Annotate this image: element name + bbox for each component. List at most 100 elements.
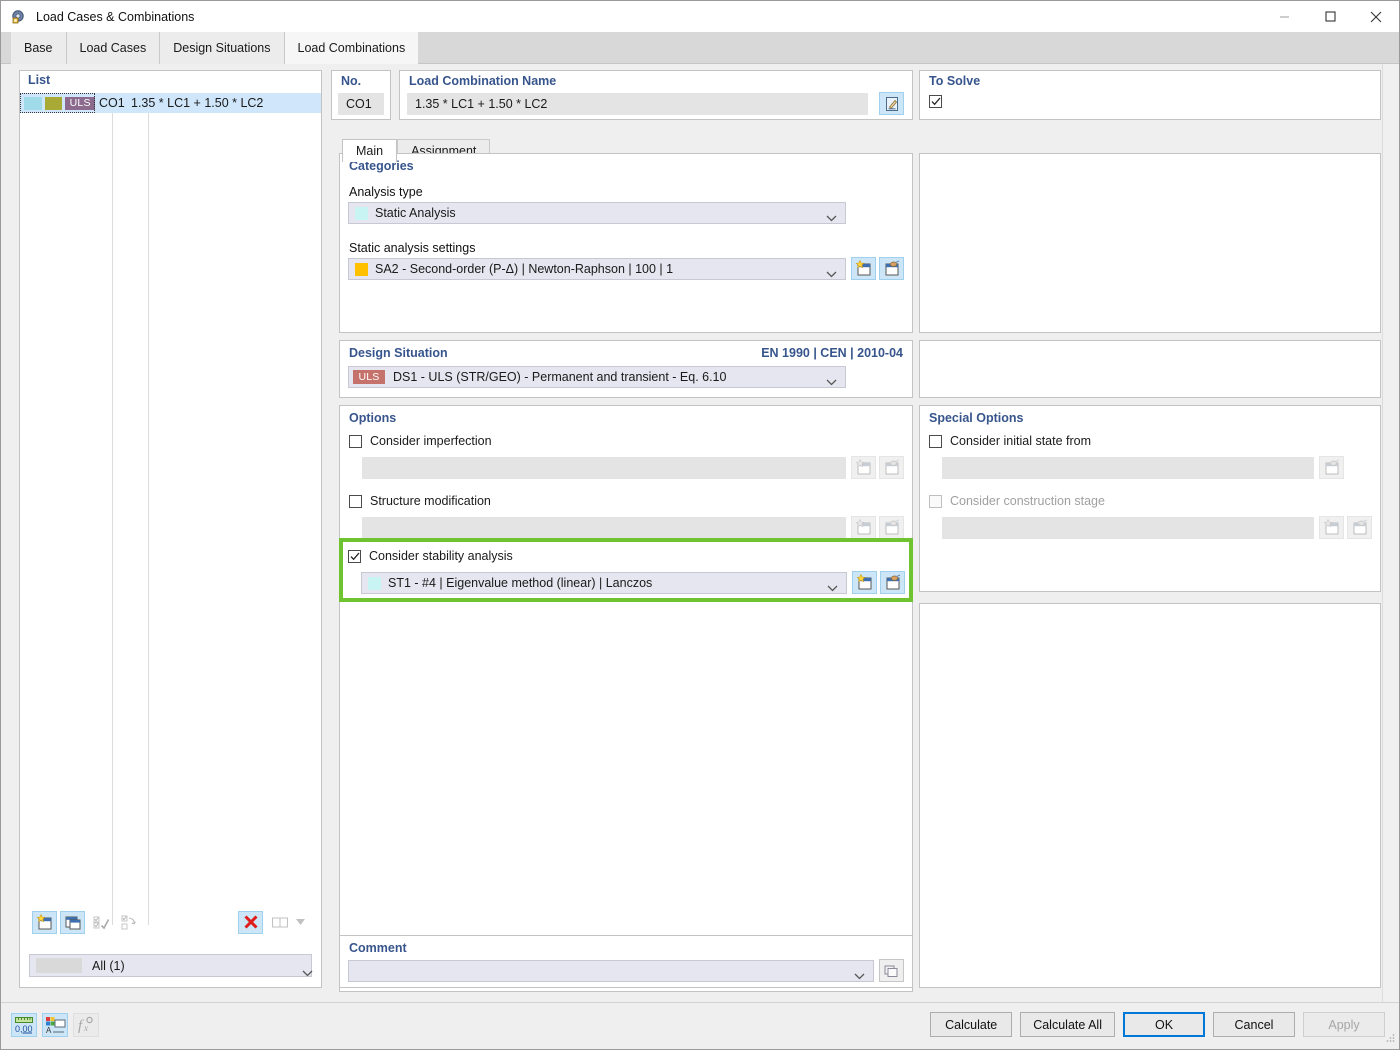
window-controls — [1261, 1, 1399, 32]
options-group: Options Consider imperfection Structure … — [339, 405, 913, 992]
special-options-title: Special Options — [929, 411, 1024, 425]
static-analysis-settings-combo[interactable]: SA2 - Second-order (P-Δ) | Newton-Raphso… — [348, 258, 846, 280]
maximize-button[interactable] — [1307, 1, 1353, 32]
title-bar: Load Cases & Combinations — [1, 1, 1399, 32]
comment-library-button[interactable] — [879, 959, 904, 982]
edit-static-analysis-button[interactable] — [879, 257, 904, 280]
new-static-analysis-button[interactable] — [851, 257, 876, 280]
table-row[interactable]: ULS CO1 1.35 * LC1 + 1.50 * LC2 — [20, 93, 321, 113]
right-column: To Solve Special Options Consider initia… — [919, 70, 1381, 988]
consider-stability-analysis-row[interactable]: Consider stability analysis — [348, 549, 513, 563]
status-badge: ULS — [65, 96, 95, 110]
edit-structure-modification-button[interactable] — [879, 516, 904, 539]
structure-modification-row[interactable]: Structure modification — [349, 494, 491, 508]
delete-item-button[interactable] — [238, 910, 263, 934]
analysis-type-label: Analysis type — [349, 185, 423, 199]
right-empty-panel-3 — [919, 603, 1381, 988]
main-tab-strip: Base Load Cases Design Situations Load C… — [1, 32, 1399, 64]
tab-load-combinations[interactable]: Load Combinations — [284, 32, 419, 64]
edit-formula-button[interactable] — [879, 92, 904, 115]
consider-imperfection-checkbox[interactable] — [349, 434, 362, 448]
list-filter-combo[interactable]: All (1) — [29, 954, 313, 977]
to-solve-label: To Solve — [929, 74, 981, 88]
tab-load-cases[interactable]: Load Cases — [66, 32, 161, 64]
edit-construction-stage-button[interactable] — [1347, 516, 1372, 539]
comment-combo[interactable] — [348, 960, 874, 982]
chevron-down-icon — [826, 375, 837, 389]
construction-stage-value-input[interactable] — [942, 517, 1314, 539]
analysis-type-combo[interactable]: Static Analysis — [348, 202, 846, 224]
new-structure-modification-button[interactable] — [851, 516, 876, 539]
consider-construction-stage-row[interactable]: Consider construction stage — [929, 494, 1105, 508]
combination-number-field: No. CO1 — [331, 70, 391, 120]
analysis-type-value: Static Analysis — [375, 206, 456, 220]
structure-modification-label: Structure modification — [370, 494, 491, 508]
no-label: No. — [341, 74, 362, 88]
copy-item-button[interactable] — [60, 910, 85, 934]
structure-modification-checkbox[interactable] — [349, 494, 362, 508]
view-layout-split-button[interactable] — [267, 911, 308, 934]
consider-construction-stage-checkbox[interactable] — [929, 494, 942, 508]
svg-text:x: x — [83, 1023, 88, 1033]
formula-editor-button[interactable]: f x — [73, 1013, 99, 1037]
minimize-button[interactable] — [1261, 1, 1307, 32]
right-empty-panel-2 — [919, 340, 1381, 398]
edit-initial-state-button[interactable] — [1319, 456, 1344, 479]
resize-grip[interactable] — [1384, 1032, 1396, 1047]
static-analysis-color-swatch — [355, 262, 368, 276]
consider-initial-state-row[interactable]: Consider initial state from — [929, 434, 1091, 448]
units-decimal-places-button[interactable]: 0,00 — [11, 1013, 37, 1037]
row-expression: 1.35 * LC1 + 1.50 * LC2 — [131, 96, 264, 110]
new-item-button[interactable] — [32, 910, 57, 934]
view-layout-button[interactable] — [267, 911, 292, 934]
name-input[interactable]: 1.35 * LC1 + 1.50 * LC2 — [407, 93, 868, 115]
calculate-all-button[interactable]: Calculate All — [1020, 1012, 1115, 1037]
no-input[interactable]: CO1 — [338, 93, 384, 115]
edit-stability-analysis-button[interactable] — [880, 571, 905, 594]
footer-bar: 0,00 A f x Calculate Calculate All OK Ca… — [1, 1002, 1399, 1049]
new-imperfection-button[interactable] — [851, 456, 876, 479]
grid-column-divider-2 — [148, 93, 149, 925]
chevron-down-icon — [854, 969, 865, 983]
tab-design-situations[interactable]: Design Situations — [160, 32, 285, 64]
display-properties-button[interactable]: A — [42, 1013, 68, 1037]
to-solve-checkbox[interactable] — [929, 95, 942, 108]
imperfection-value-input[interactable] — [362, 457, 846, 479]
chevron-down-icon[interactable] — [292, 911, 308, 934]
edit-imperfection-button[interactable] — [879, 456, 904, 479]
combination-name-field: Load Combination Name 1.35 * LC1 + 1.50 … — [399, 70, 913, 120]
consider-imperfection-row[interactable]: Consider imperfection — [349, 434, 492, 448]
filter-value: All (1) — [92, 958, 125, 973]
cancel-button[interactable]: Cancel — [1213, 1012, 1295, 1037]
comment-group: Comment — [339, 935, 913, 988]
row-badges: ULS — [20, 93, 95, 113]
tab-main[interactable]: Main — [342, 139, 398, 162]
select-all-button[interactable] — [88, 911, 113, 934]
new-stability-analysis-button[interactable] — [852, 571, 877, 594]
stability-analysis-color-swatch — [368, 576, 381, 590]
vertical-scrollbar[interactable] — [1382, 64, 1399, 1002]
design-situation-badge: ULS — [353, 370, 385, 384]
center-column: No. CO1 Load Combination Name 1.35 * LC1… — [331, 70, 913, 992]
consider-initial-state-label: Consider initial state from — [950, 434, 1092, 448]
design-situation-group: Design Situation EN 1990 | CEN | 2010-04… — [339, 340, 913, 398]
ok-button[interactable]: OK — [1123, 1012, 1205, 1037]
stability-analysis-combo[interactable]: ST1 - #4 | Eigenvalue method (linear) | … — [361, 572, 847, 594]
static-analysis-settings-value: SA2 - Second-order (P-Δ) | Newton-Raphso… — [375, 262, 674, 276]
structure-modification-value-input[interactable] — [362, 517, 846, 539]
close-button[interactable] — [1353, 1, 1399, 32]
design-standard-label: EN 1990 | CEN | 2010-04 — [761, 346, 903, 360]
design-situation-combo[interactable]: ULS DS1 - ULS (STR/GEO) - Permanent and … — [348, 366, 846, 388]
static-analysis-settings-label: Static analysis settings — [349, 241, 476, 255]
invert-selection-button[interactable] — [116, 911, 141, 934]
chevron-down-icon — [826, 211, 837, 225]
tab-base[interactable]: Base — [11, 32, 67, 64]
apply-button: Apply — [1303, 1012, 1385, 1037]
consider-stability-analysis-checkbox[interactable] — [348, 549, 361, 563]
footer-button-group: Calculate Calculate All OK Cancel Apply — [930, 1012, 1385, 1037]
stability-analysis-highlight: Consider stability analysis ST1 - #4 | E… — [339, 538, 913, 602]
calculate-button[interactable]: Calculate — [930, 1012, 1013, 1037]
consider-initial-state-checkbox[interactable] — [929, 434, 942, 448]
new-construction-stage-button[interactable] — [1319, 516, 1344, 539]
initial-state-value-input[interactable] — [942, 457, 1314, 479]
